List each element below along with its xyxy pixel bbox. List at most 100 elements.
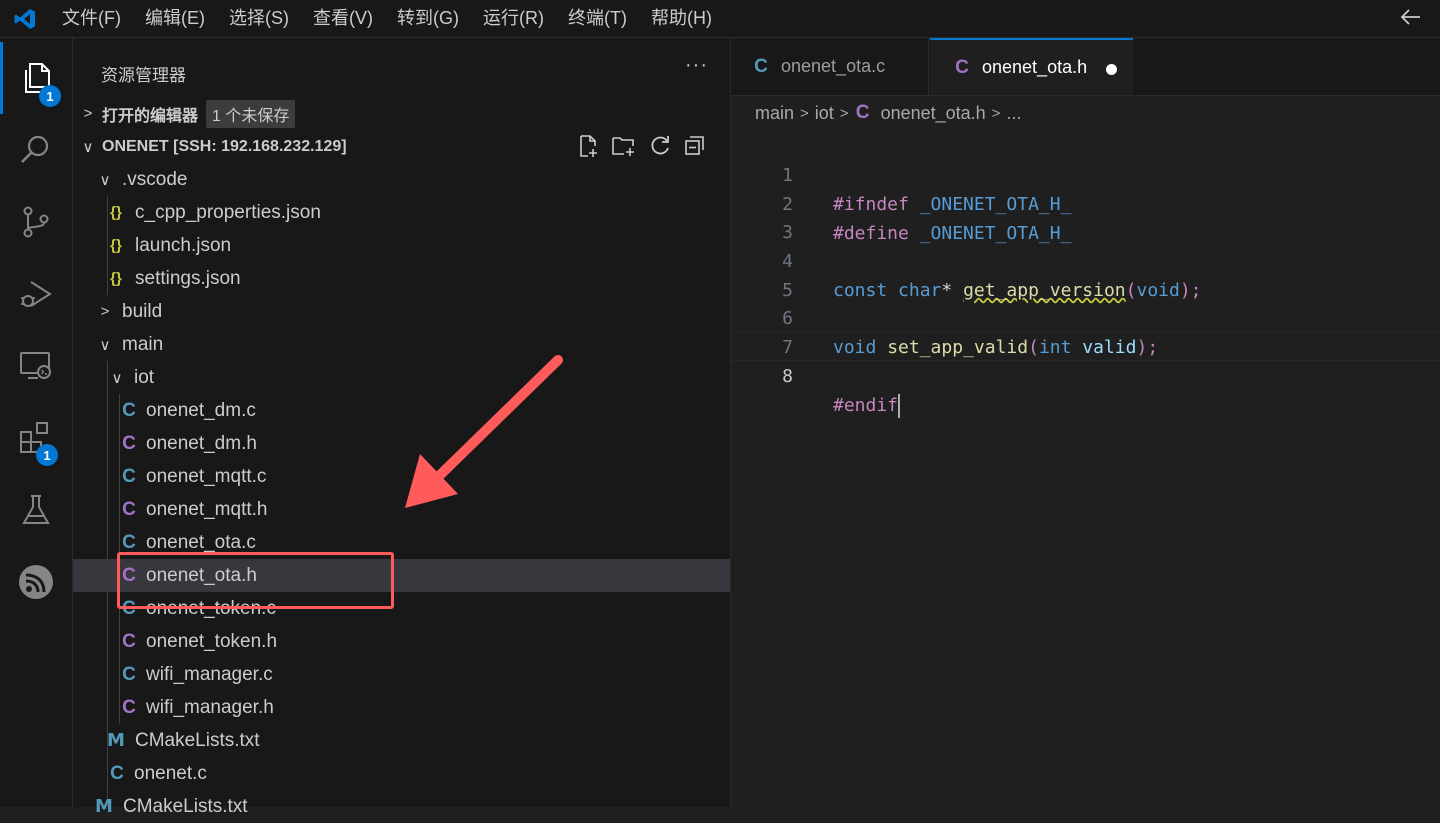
menu-view[interactable]: 查看(V)	[301, 0, 385, 37]
chevron-down-icon: ∨	[99, 171, 111, 189]
breadcrumb-file[interactable]: onenet_ota.h	[881, 103, 986, 124]
tree-item-label: CMakeLists.txt	[135, 729, 260, 751]
source-control-icon[interactable]	[0, 186, 72, 258]
search-icon[interactable]	[0, 114, 72, 186]
more-actions-icon[interactable]: ···	[685, 54, 708, 77]
tree-item-label: .vscode	[122, 168, 188, 190]
c-file-icon: C	[122, 399, 136, 421]
h-file-icon: C	[955, 56, 969, 78]
tree-file-onenet-ota-h[interactable]: C onenet_ota.h	[73, 559, 730, 592]
menu-edit[interactable]: 编辑(E)	[133, 0, 217, 37]
run-debug-icon[interactable]	[0, 258, 72, 330]
refresh-icon[interactable]	[648, 134, 672, 163]
tree-file-c-cpp-properties[interactable]: {} c_cpp_properties.json	[73, 196, 730, 229]
tree-folder-build[interactable]: > build	[73, 295, 730, 328]
explorer-badge: 1	[39, 85, 61, 107]
tree-file-launch-json[interactable]: {} launch.json	[73, 229, 730, 262]
tree-file-wifi-manager-h[interactable]: C wifi_manager.h	[73, 691, 730, 724]
chevron-right-icon: >	[839, 104, 849, 122]
tree-item-label: onenet_mqtt.c	[146, 465, 267, 487]
tree-item-label: main	[122, 333, 164, 355]
code-line[interactable]: 5	[731, 247, 1440, 301]
c-file-icon: C	[754, 55, 768, 77]
h-file-icon: C	[122, 432, 136, 454]
h-file-icon: C	[122, 564, 136, 586]
tab-onenet-ota-h[interactable]: C onenet_ota.h	[930, 38, 1133, 95]
breadcrumb: main > iot > C onenet_ota.h > ...	[755, 102, 1021, 124]
tree-item-label: settings.json	[135, 267, 241, 289]
tree-item-label: onenet_mqtt.h	[146, 498, 268, 520]
h-file-icon: C	[122, 696, 136, 718]
code-line[interactable]: 3	[731, 189, 1440, 243]
extensions-icon[interactable]: 1	[0, 402, 72, 474]
code-line-current[interactable]: 8 #endif	[731, 332, 1440, 418]
tree-item-label: c_cpp_properties.json	[135, 201, 321, 223]
unsaved-dot-icon[interactable]	[1106, 64, 1117, 75]
new-file-icon[interactable]	[576, 134, 600, 163]
menu-file[interactable]: 文件(F)	[50, 0, 133, 37]
tree-file-onenet-token-h[interactable]: C onenet_token.h	[73, 625, 730, 658]
c-file-icon: C	[122, 465, 136, 487]
tree-item-label: onenet_ota.h	[146, 564, 257, 586]
tree-file-wifi-manager-c[interactable]: C wifi_manager.c	[73, 658, 730, 691]
tree-folder-vscode[interactable]: ∨ .vscode	[73, 163, 730, 196]
breadcrumb-iot[interactable]: iot	[815, 103, 834, 124]
text-cursor	[898, 394, 901, 418]
chevron-down-icon: ∨	[82, 138, 94, 156]
h-file-icon: C	[855, 102, 870, 123]
tab-label: onenet_ota.c	[781, 56, 886, 76]
tree-file-onenet-mqtt-c[interactable]: C onenet_mqtt.c	[73, 460, 730, 493]
code-line[interactable]: 4 const char* get_app_version(void);	[731, 218, 1440, 301]
open-editors-label: 打开的编辑器	[102, 107, 199, 125]
code-line[interactable]: 2 #define _ONENET_OTA_H_	[731, 161, 1440, 244]
tree-file-onenet-dm-h[interactable]: C onenet_dm.h	[73, 427, 730, 460]
breadcrumb-more[interactable]: ...	[1006, 103, 1021, 124]
tab-onenet-ota-c[interactable]: C onenet_ota.c	[731, 38, 929, 95]
code-line[interactable]: 7	[731, 304, 1440, 358]
menu-terminal[interactable]: 终端(T)	[556, 0, 639, 37]
tree-file-main-cmakelists[interactable]: M CMakeLists.txt	[73, 724, 730, 757]
open-editors-section[interactable]: > 打开的编辑器 1 个未保存	[73, 97, 730, 130]
cmake-file-icon: M	[107, 730, 125, 751]
remote-explorer-icon[interactable]	[0, 330, 72, 402]
chevron-down-icon: ∨	[111, 369, 123, 387]
tree-item-label: build	[122, 300, 163, 322]
tree-file-onenet-ota-c[interactable]: C onenet_ota.c	[73, 526, 730, 559]
tree-item-label: wifi_manager.c	[146, 663, 273, 685]
tree-folder-main[interactable]: ∨ main	[73, 328, 730, 361]
explorer-icon[interactable]: 1	[0, 42, 72, 114]
chevron-down-icon: ∨	[99, 336, 111, 354]
explorer-sidebar: 资源管理器 ··· > 打开的编辑器 1 个未保存 ∨ ONENET [SSH:…	[73, 38, 731, 817]
tree-file-settings-json[interactable]: {} settings.json	[73, 262, 730, 295]
tree-folder-iot[interactable]: ∨ iot	[73, 361, 730, 394]
chevron-right-icon: >	[100, 303, 110, 320]
unsaved-badge: 1 个未保存	[206, 99, 296, 128]
tree-item-label: onenet_ota.c	[146, 531, 256, 553]
menu-selection[interactable]: 选择(S)	[217, 0, 301, 37]
menu-help[interactable]: 帮助(H)	[639, 0, 724, 37]
breadcrumb-main[interactable]: main	[755, 103, 794, 124]
tree-item-label: onenet.c	[134, 762, 207, 784]
code-line[interactable]: 1 #ifndef _ONENET_OTA_H_	[731, 132, 1440, 215]
explorer-title: 资源管理器	[101, 66, 186, 85]
menu-go[interactable]: 转到(G)	[385, 0, 471, 37]
c-file-icon: C	[122, 663, 136, 685]
menu-run[interactable]: 运行(R)	[471, 0, 556, 37]
activity-bar: 1 1	[0, 38, 73, 807]
json-file-icon: {}	[110, 270, 122, 287]
vscode-logo-icon	[0, 0, 50, 37]
code-token: #endif	[833, 395, 899, 416]
tree-file-onenet-c[interactable]: C onenet.c	[73, 757, 730, 790]
chevron-right-icon: >	[83, 105, 93, 122]
new-folder-icon[interactable]	[611, 134, 637, 163]
back-arrow-icon[interactable]	[1400, 6, 1422, 34]
h-file-icon: C	[122, 498, 136, 520]
testing-flask-icon[interactable]	[0, 474, 72, 546]
collapse-all-icon[interactable]	[683, 134, 707, 163]
c-file-icon: C	[122, 597, 136, 619]
espressif-icon[interactable]	[0, 546, 72, 618]
tree-file-onenet-token-c[interactable]: C onenet_token.c	[73, 592, 730, 625]
tree-file-onenet-dm-c[interactable]: C onenet_dm.c	[73, 394, 730, 427]
code-line[interactable]: 6 void set_app_valid(int valid);	[731, 275, 1440, 358]
tree-file-onenet-mqtt-h[interactable]: C onenet_mqtt.h	[73, 493, 730, 526]
